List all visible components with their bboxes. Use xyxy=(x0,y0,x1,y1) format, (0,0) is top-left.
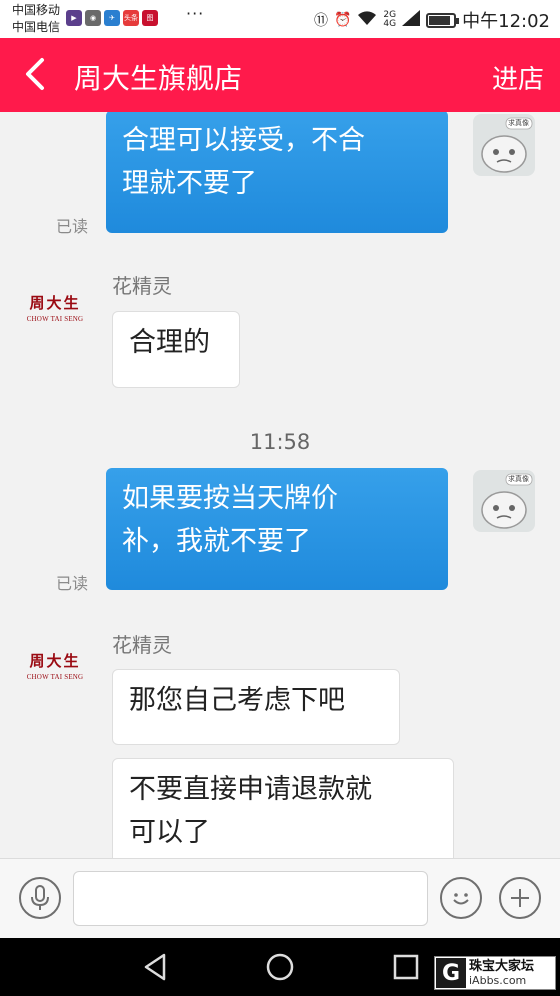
voice-button[interactable] xyxy=(19,877,61,919)
toutiao-app-icon: 头条 xyxy=(123,10,139,26)
shop-avatar[interactable]: 周大生 CHOW TAI SENG xyxy=(24,292,86,332)
message-timestamp: 11:58 xyxy=(249,430,311,454)
alarm-icon: ⏰ xyxy=(333,12,352,28)
page-title: 周大生旗舰店 xyxy=(74,62,243,95)
sim-icon: ⑪ xyxy=(313,13,328,29)
my-avatar[interactable]: 求真像 xyxy=(473,114,535,176)
avatar-badge: 求真像 xyxy=(508,119,529,127)
avatar-badge: 求真像 xyxy=(508,475,529,483)
my-message-bubble[interactable]: 合理可以接受，不合 理就不要了 xyxy=(106,112,448,233)
shop-logo-cn: 周大生 xyxy=(29,294,81,312)
watermark-cn: 珠宝大家坛 xyxy=(469,959,535,974)
shop-avatar[interactable]: 周大生 CHOW TAI SENG xyxy=(24,650,86,690)
triangle-back-icon xyxy=(144,953,166,981)
video-app-icon: ▶ xyxy=(66,10,82,26)
read-status: 已读 xyxy=(56,217,89,236)
read-status: 已读 xyxy=(56,574,89,593)
bird-app-icon: ✈ xyxy=(104,10,120,26)
shop-message-bubble[interactable]: 合理的 xyxy=(112,311,240,388)
red-app-icon: 图 xyxy=(142,10,158,26)
battery-level xyxy=(429,15,450,25)
input-bar xyxy=(0,858,560,938)
carrier-info: 中国移动 中国电信 xyxy=(12,2,60,36)
shop-message-bubble[interactable]: 那您自己考虑下吧 xyxy=(112,669,400,745)
wifi-icon xyxy=(357,10,377,30)
sender-name: 花精灵 xyxy=(112,274,172,298)
battery-icon xyxy=(426,12,460,28)
square-recents-icon xyxy=(393,954,419,980)
shop-logo-en: CHOW TAI SENG xyxy=(26,315,84,323)
status-indicators: ⑪ ⏰ 2G 4G 中午12:02 xyxy=(314,7,550,33)
chevron-left-icon xyxy=(26,58,44,90)
enter-store-button[interactable]: 进店 xyxy=(492,59,544,96)
message-input[interactable] xyxy=(73,871,428,926)
sender-name: 花精灵 xyxy=(112,633,172,657)
chat-header: 周大生旗舰店 进店 xyxy=(0,38,560,112)
microphone-icon xyxy=(31,885,49,910)
status-bar: 中国移动 中国电信 ▶ ◉ ✈ 头条 图 ··· ⑪ ⏰ 2G 4G 中午12:… xyxy=(0,0,560,38)
carrier-2: 中国电信 xyxy=(12,20,61,34)
carrier-1: 中国移动 xyxy=(12,3,61,17)
smiley-icon xyxy=(453,893,469,905)
emoji-button[interactable] xyxy=(440,877,482,919)
forum-watermark: G 珠宝大家坛 iAbbs.com xyxy=(434,956,556,990)
circle-home-icon xyxy=(266,953,294,981)
more-notifications-icon: ··· xyxy=(186,4,205,23)
notification-icons: ▶ ◉ ✈ 头条 图 xyxy=(66,10,158,26)
more-button[interactable] xyxy=(499,877,541,919)
shop-message-bubble[interactable]: 不要直接申请退款就 可以了 xyxy=(112,758,454,858)
my-message-bubble[interactable]: 如果要按当天牌价 补，我就不要了 xyxy=(106,468,448,590)
watermark-en: iAbbs.com xyxy=(469,974,527,987)
plus-icon xyxy=(511,889,529,907)
camera-app-icon: ◉ xyxy=(85,10,101,26)
system-navigation-bar: G 珠宝大家坛 iAbbs.com xyxy=(0,938,560,996)
shop-logo-en: CHOW TAI SENG xyxy=(26,673,84,681)
signal-icon xyxy=(402,10,421,30)
my-avatar[interactable]: 求真像 xyxy=(473,470,535,532)
back-button[interactable] xyxy=(22,54,58,94)
nav-recents-button[interactable] xyxy=(390,951,422,983)
nav-home-button[interactable] xyxy=(264,951,296,983)
nav-back-button[interactable] xyxy=(140,951,172,983)
watermark-logo: G xyxy=(436,958,466,988)
network-type: 2G 4G xyxy=(383,10,397,29)
shop-logo-cn: 周大生 xyxy=(29,652,81,670)
clock: 中午12:02 xyxy=(462,11,550,32)
message-list[interactable]: 合理可以接受，不合 理就不要了 求真像 已读 花精灵 周大生 CHOW TAI … xyxy=(0,112,560,858)
